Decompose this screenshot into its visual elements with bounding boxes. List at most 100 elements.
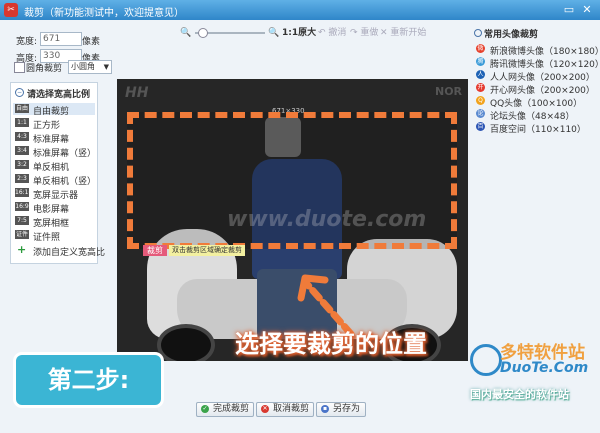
- ratio-label: 宽屏相框: [33, 219, 70, 229]
- watermark-right: NOR: [435, 85, 463, 98]
- baidu-icon: 百: [476, 122, 485, 131]
- ratio-item-free[interactable]: 自由 自由裁剪: [13, 103, 95, 117]
- zoom-slider-thumb[interactable]: [198, 28, 208, 38]
- ratio-icon: 2:3: [15, 174, 29, 183]
- qq-penguin-icon: Q: [476, 96, 485, 105]
- round-corner-checkbox[interactable]: [14, 62, 25, 73]
- step-badge: 第二步:: [16, 355, 161, 405]
- ratio-panel: − 请选择宽高比例 自由 自由裁剪 1:1 正方形 4:3 标准屏幕 3:4 标…: [10, 82, 105, 264]
- zoom-in-icon[interactable]: 🔍: [268, 27, 279, 39]
- finish-crop-button[interactable]: ✓ 完成裁剪: [196, 402, 254, 417]
- preset-baidu-space[interactable]: 百 百度空间（110×110）: [476, 121, 588, 135]
- ratio-icon: 1:1: [15, 118, 29, 127]
- ratio-icon: 16:9: [15, 202, 29, 211]
- ratio-label: 电影屏幕: [33, 205, 70, 215]
- preset-heading: 常用头像裁剪: [472, 26, 588, 40]
- redo-button[interactable]: ↷ 重做: [350, 27, 378, 39]
- finish-crop-label: 完成裁剪: [213, 404, 250, 414]
- actual-size-button[interactable]: 1:1原大: [282, 27, 316, 39]
- zoom-out-icon[interactable]: 🔍: [180, 27, 191, 39]
- forum-icon: 论: [476, 109, 485, 118]
- ratio-item-4-3[interactable]: 4:3 标准屏幕: [13, 131, 95, 145]
- preset-tencent-weibo[interactable]: 腾 腾讯微博头像（120×120）: [476, 56, 600, 70]
- image-canvas[interactable]: HH NOR www.duote.com 671×330 裁剪 双击裁剪区域确定…: [117, 79, 468, 361]
- corner-shape-value: 小圆角: [71, 62, 95, 71]
- kaixin-icon: 开: [476, 83, 485, 92]
- width-unit: 像素: [82, 37, 101, 47]
- width-row: 宽度: 像素: [10, 32, 101, 47]
- ratio-icon: 7:5: [15, 216, 29, 225]
- redo-label: 重做: [360, 28, 379, 38]
- ratio-item-id-photo[interactable]: 证件 证件照: [13, 229, 95, 243]
- ratio-label: 标准屏幕（竖）: [33, 149, 97, 159]
- site-slogan: 国内最安全的软件站: [470, 388, 569, 401]
- preset-qq[interactable]: Q QQ头像（100×100）: [476, 95, 588, 109]
- cancel-icon: ✕: [261, 405, 269, 413]
- scissors-app-icon: ✂: [4, 3, 18, 17]
- scooter-wheel: [157, 324, 215, 361]
- ratio-label: 宽屏显示器: [33, 191, 79, 201]
- ratio-label: 标准屏幕: [33, 135, 70, 145]
- width-label: 宽度:: [16, 37, 38, 47]
- window-title: 裁剪（新功能测试中，欢迎提意见）: [24, 8, 184, 19]
- add-custom-ratio[interactable]: + 添加自定义宽高比: [13, 243, 105, 258]
- collapse-icon[interactable]: [474, 29, 482, 37]
- preset-heading-text: 常用头像裁剪: [484, 30, 539, 40]
- ratio-item-square[interactable]: 1:1 正方形: [13, 117, 95, 131]
- ratio-icon: 4:3: [15, 132, 29, 141]
- floppy-disk-icon: ▪: [321, 405, 329, 413]
- undo-label: 撤消: [328, 28, 347, 38]
- preset-label: 百度空间（110×110）: [490, 125, 586, 135]
- sina-weibo-icon: 微: [476, 44, 485, 53]
- ratio-item-16-10[interactable]: 16:10 宽屏显示器: [13, 187, 95, 201]
- save-as-button[interactable]: ▪ 另存为: [316, 402, 366, 417]
- corner-shape-select[interactable]: 小圆角 ▼: [68, 60, 112, 74]
- plus-icon: +: [17, 243, 27, 256]
- ratio-item-7-5[interactable]: 7:5 宽屏相框: [13, 215, 95, 229]
- ratio-label: 自由裁剪: [33, 107, 70, 117]
- ratio-item-3-4[interactable]: 3:4 标准屏幕（竖）: [13, 145, 97, 159]
- callout-text: 选择要裁剪的位置: [235, 330, 427, 358]
- ratio-icon: 证件: [15, 230, 29, 239]
- maximize-icon[interactable]: ▭: [562, 3, 576, 17]
- preset-kaixin[interactable]: 开 开心网头像（200×200）: [476, 82, 595, 96]
- site-name-en: DuoTe.Com: [500, 360, 589, 376]
- ratio-item-2-3[interactable]: 2:3 单反相机（竖）: [13, 173, 97, 187]
- chevron-down-icon: ▼: [103, 63, 109, 71]
- tencent-weibo-icon: 腾: [476, 57, 485, 66]
- close-icon[interactable]: ✕: [580, 3, 594, 17]
- ratio-item-16-9[interactable]: 16:9 电影屏幕: [13, 201, 95, 215]
- ratio-icon: 16:10: [15, 188, 33, 197]
- ratio-icon: 3:4: [15, 146, 29, 155]
- round-corner-label: 圆角裁剪: [26, 64, 63, 74]
- reset-button[interactable]: ✕ 重新开始: [380, 27, 426, 39]
- cancel-crop-button[interactable]: ✕ 取消裁剪: [256, 402, 314, 417]
- undo-button[interactable]: ↶ 撤消: [318, 27, 346, 39]
- collapse-icon[interactable]: −: [15, 88, 24, 97]
- save-as-label: 另存为: [333, 404, 361, 414]
- reset-label: 重新开始: [390, 28, 427, 38]
- ratio-heading: − 请选择宽高比例: [13, 87, 97, 100]
- crop-hint: 双击裁剪区域确定裁剪: [169, 245, 245, 256]
- cancel-crop-label: 取消裁剪: [273, 404, 310, 414]
- preset-renren[interactable]: 人 人人网头像（200×200）: [476, 69, 595, 83]
- ratio-icon: 3:2: [15, 160, 29, 169]
- preset-sina-weibo[interactable]: 微 新浪微博头像（180×180）: [476, 43, 600, 57]
- ratio-label: 单反相机: [33, 163, 70, 173]
- ratio-icon: 自由: [15, 104, 29, 113]
- check-icon: ✓: [201, 405, 209, 413]
- preset-forum[interactable]: 论 论坛头像（48×48）: [476, 108, 588, 122]
- ratio-label: 证件照: [33, 233, 61, 243]
- ratio-label: 单反相机（竖）: [33, 177, 97, 187]
- ratio-heading-text: 请选择宽高比例: [27, 90, 91, 100]
- crop-tag[interactable]: 裁剪: [143, 245, 167, 256]
- site-logo-mark-icon: [470, 344, 502, 376]
- watermark-left: HH: [125, 85, 149, 101]
- round-corner-row: 圆角裁剪 小圆角 ▼: [14, 60, 114, 74]
- renren-icon: 人: [476, 70, 485, 79]
- title-bar: ✂ 裁剪（新功能测试中，欢迎提意见） ▭ ✕: [0, 0, 600, 20]
- ratio-item-3-2[interactable]: 3:2 单反相机: [13, 159, 95, 173]
- crop-selection[interactable]: [127, 112, 457, 249]
- avatar-preset-panel: 常用头像裁剪 微 新浪微博头像（180×180） 腾 腾讯微博头像（120×12…: [472, 26, 600, 146]
- width-input[interactable]: [40, 32, 82, 46]
